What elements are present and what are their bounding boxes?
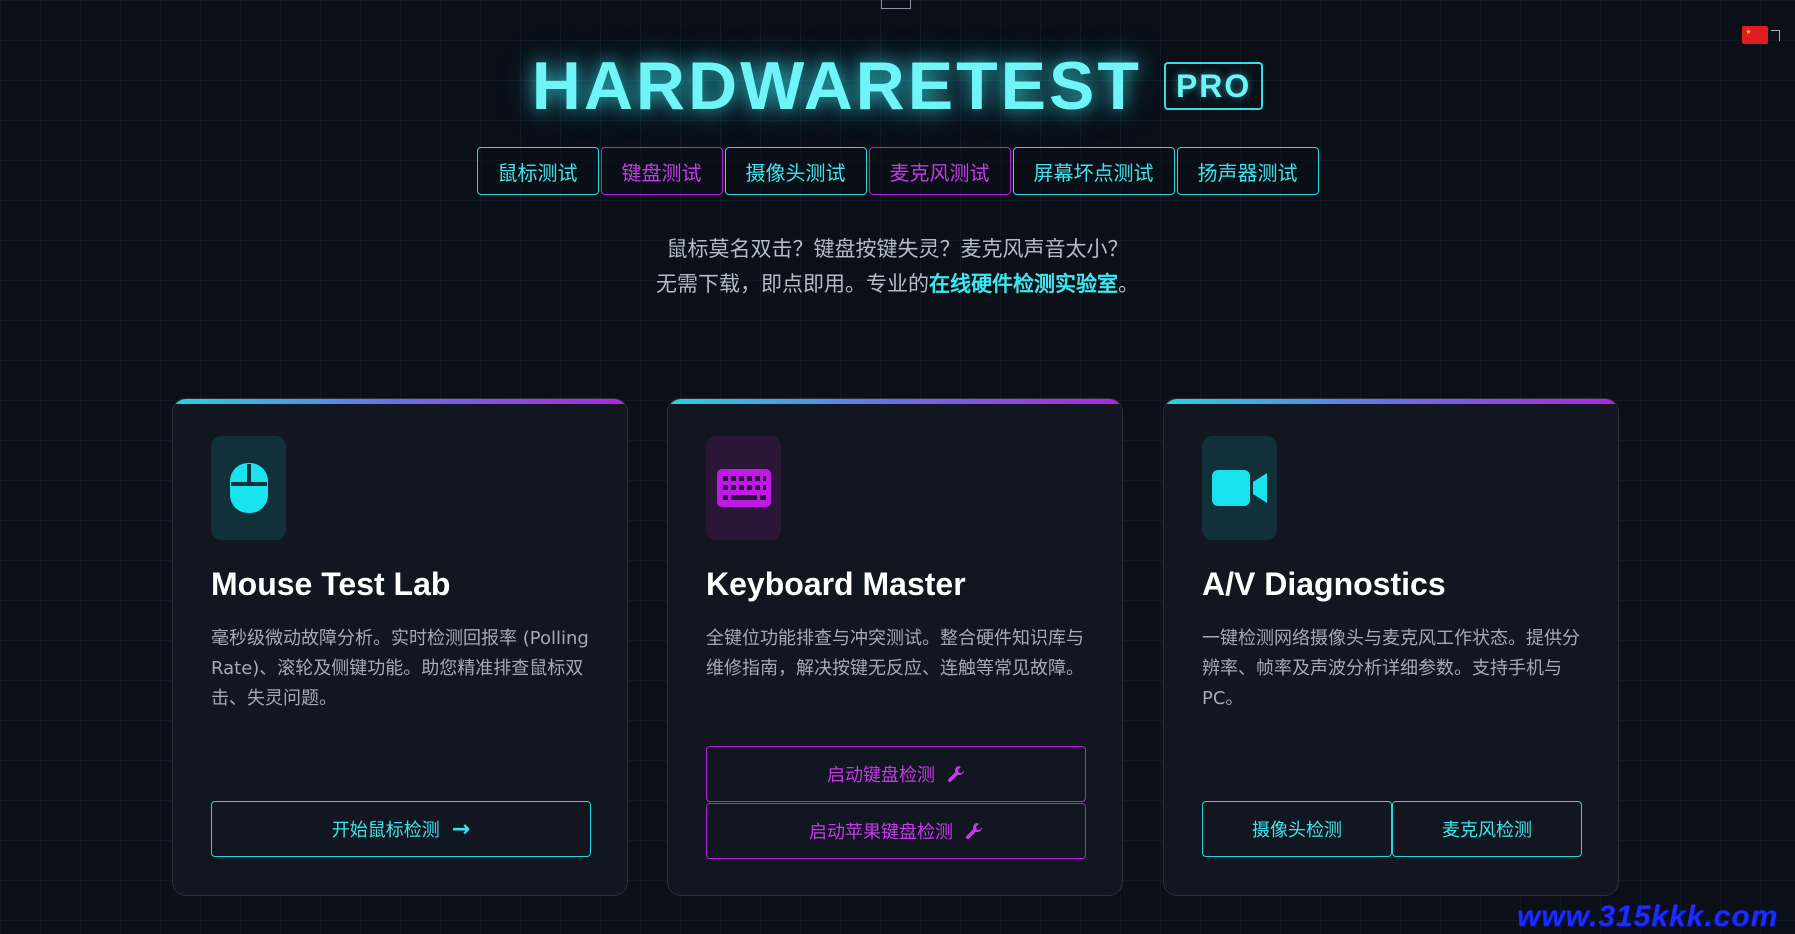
start-mouse-test-button[interactable]: 开始鼠标检测 → — [211, 801, 591, 857]
card-av-diagnostics: A/V Diagnostics 一键检测网络摄像头与麦克风工作状态。提供分辨率、… — [1163, 398, 1619, 896]
pro-badge: PRO — [1163, 62, 1264, 111]
top-bracket-icon — [881, 0, 911, 9]
start-keyboard-test-button[interactable]: 启动键盘检测 — [706, 746, 1086, 802]
nav-camera-test[interactable]: 摄像头测试 — [724, 147, 867, 195]
mouse-icon — [211, 436, 286, 540]
card-title: A/V Diagnostics — [1202, 566, 1446, 602]
card-title: Mouse Test Lab — [211, 566, 451, 602]
nav-keyboard-test[interactable]: 键盘测试 — [600, 147, 723, 195]
card-description: 全键位功能排查与冲突测试。整合硬件知识库与维修指南，解决按键无反应、连触等常见故… — [706, 628, 1084, 679]
start-apple-keyboard-test-button[interactable]: 启动苹果键盘检测 — [706, 803, 1086, 859]
tagline-suffix: 。 — [1118, 272, 1139, 296]
button-label: 摄像头检测 — [1252, 820, 1342, 841]
button-label: 启动苹果键盘检测 — [809, 822, 953, 843]
nav-mouse-test[interactable]: 鼠标测试 — [476, 147, 599, 195]
tagline-highlight: 在线硬件检测实验室 — [929, 272, 1118, 296]
card-accent-bar — [1164, 399, 1618, 404]
tagline: 鼠标莫名双击？键盘按键失灵？麦克风声音太小？ 无需下载，即点即用。专业的在线硬件… — [0, 232, 1795, 302]
dropdown-corner-icon[interactable] — [1771, 30, 1780, 41]
tagline-line1: 鼠标莫名双击？键盘按键失灵？麦克风声音太小？ — [666, 237, 1129, 261]
site-title: HARDWARETEST PRO — [0, 42, 1795, 125]
nav-speaker-test[interactable]: 扬声器测试 — [1176, 147, 1319, 195]
card-title: Keyboard Master — [706, 566, 966, 602]
button-label: 开始鼠标检测 — [331, 820, 440, 841]
nav-screen-pixel-test[interactable]: 屏幕坏点测试 — [1012, 147, 1175, 195]
test-nav: 鼠标测试 键盘测试 摄像头测试 麦克风测试 屏幕坏点测试 扬声器测试 — [0, 147, 1795, 195]
keyboard-icon — [706, 436, 781, 540]
button-label: 麦克风检测 — [1442, 820, 1532, 841]
card-accent-bar — [668, 399, 1122, 404]
wrench-icon — [965, 823, 982, 840]
watermark: www.315kkk.com — [1517, 900, 1779, 933]
card-keyboard-test: Keyboard Master 全键位功能排查与冲突测试。整合硬件知识库与维修指… — [667, 398, 1123, 896]
brand-name: HARDWARETEST — [531, 48, 1142, 125]
camera-test-button[interactable]: 摄像头检测 — [1202, 801, 1392, 857]
button-label: 启动键盘检测 — [827, 765, 935, 786]
arrow-right-icon: → — [451, 816, 471, 842]
card-accent-bar — [173, 399, 627, 404]
tagline-prefix: 无需下载，即点即用。专业的 — [656, 272, 929, 296]
card-mouse-test: Mouse Test Lab 毫秒级微动故障分析。实时检测回报率 (Pollin… — [172, 398, 628, 896]
card-description: 毫秒级微动故障分析。实时检测回报率 (Polling Rate)、滚轮及侧键功能… — [211, 628, 589, 709]
card-description: 一键检测网络摄像头与麦克风工作状态。提供分辨率、帧率及声波分析详细参数。支持手机… — [1202, 628, 1580, 709]
video-camera-icon — [1202, 436, 1277, 540]
microphone-test-button[interactable]: 麦克风检测 — [1392, 801, 1582, 857]
wrench-icon — [947, 766, 964, 783]
nav-microphone-test[interactable]: 麦克风测试 — [868, 147, 1011, 195]
tagline-line2: 无需下载，即点即用。专业的在线硬件检测实验室。 — [0, 267, 1795, 302]
